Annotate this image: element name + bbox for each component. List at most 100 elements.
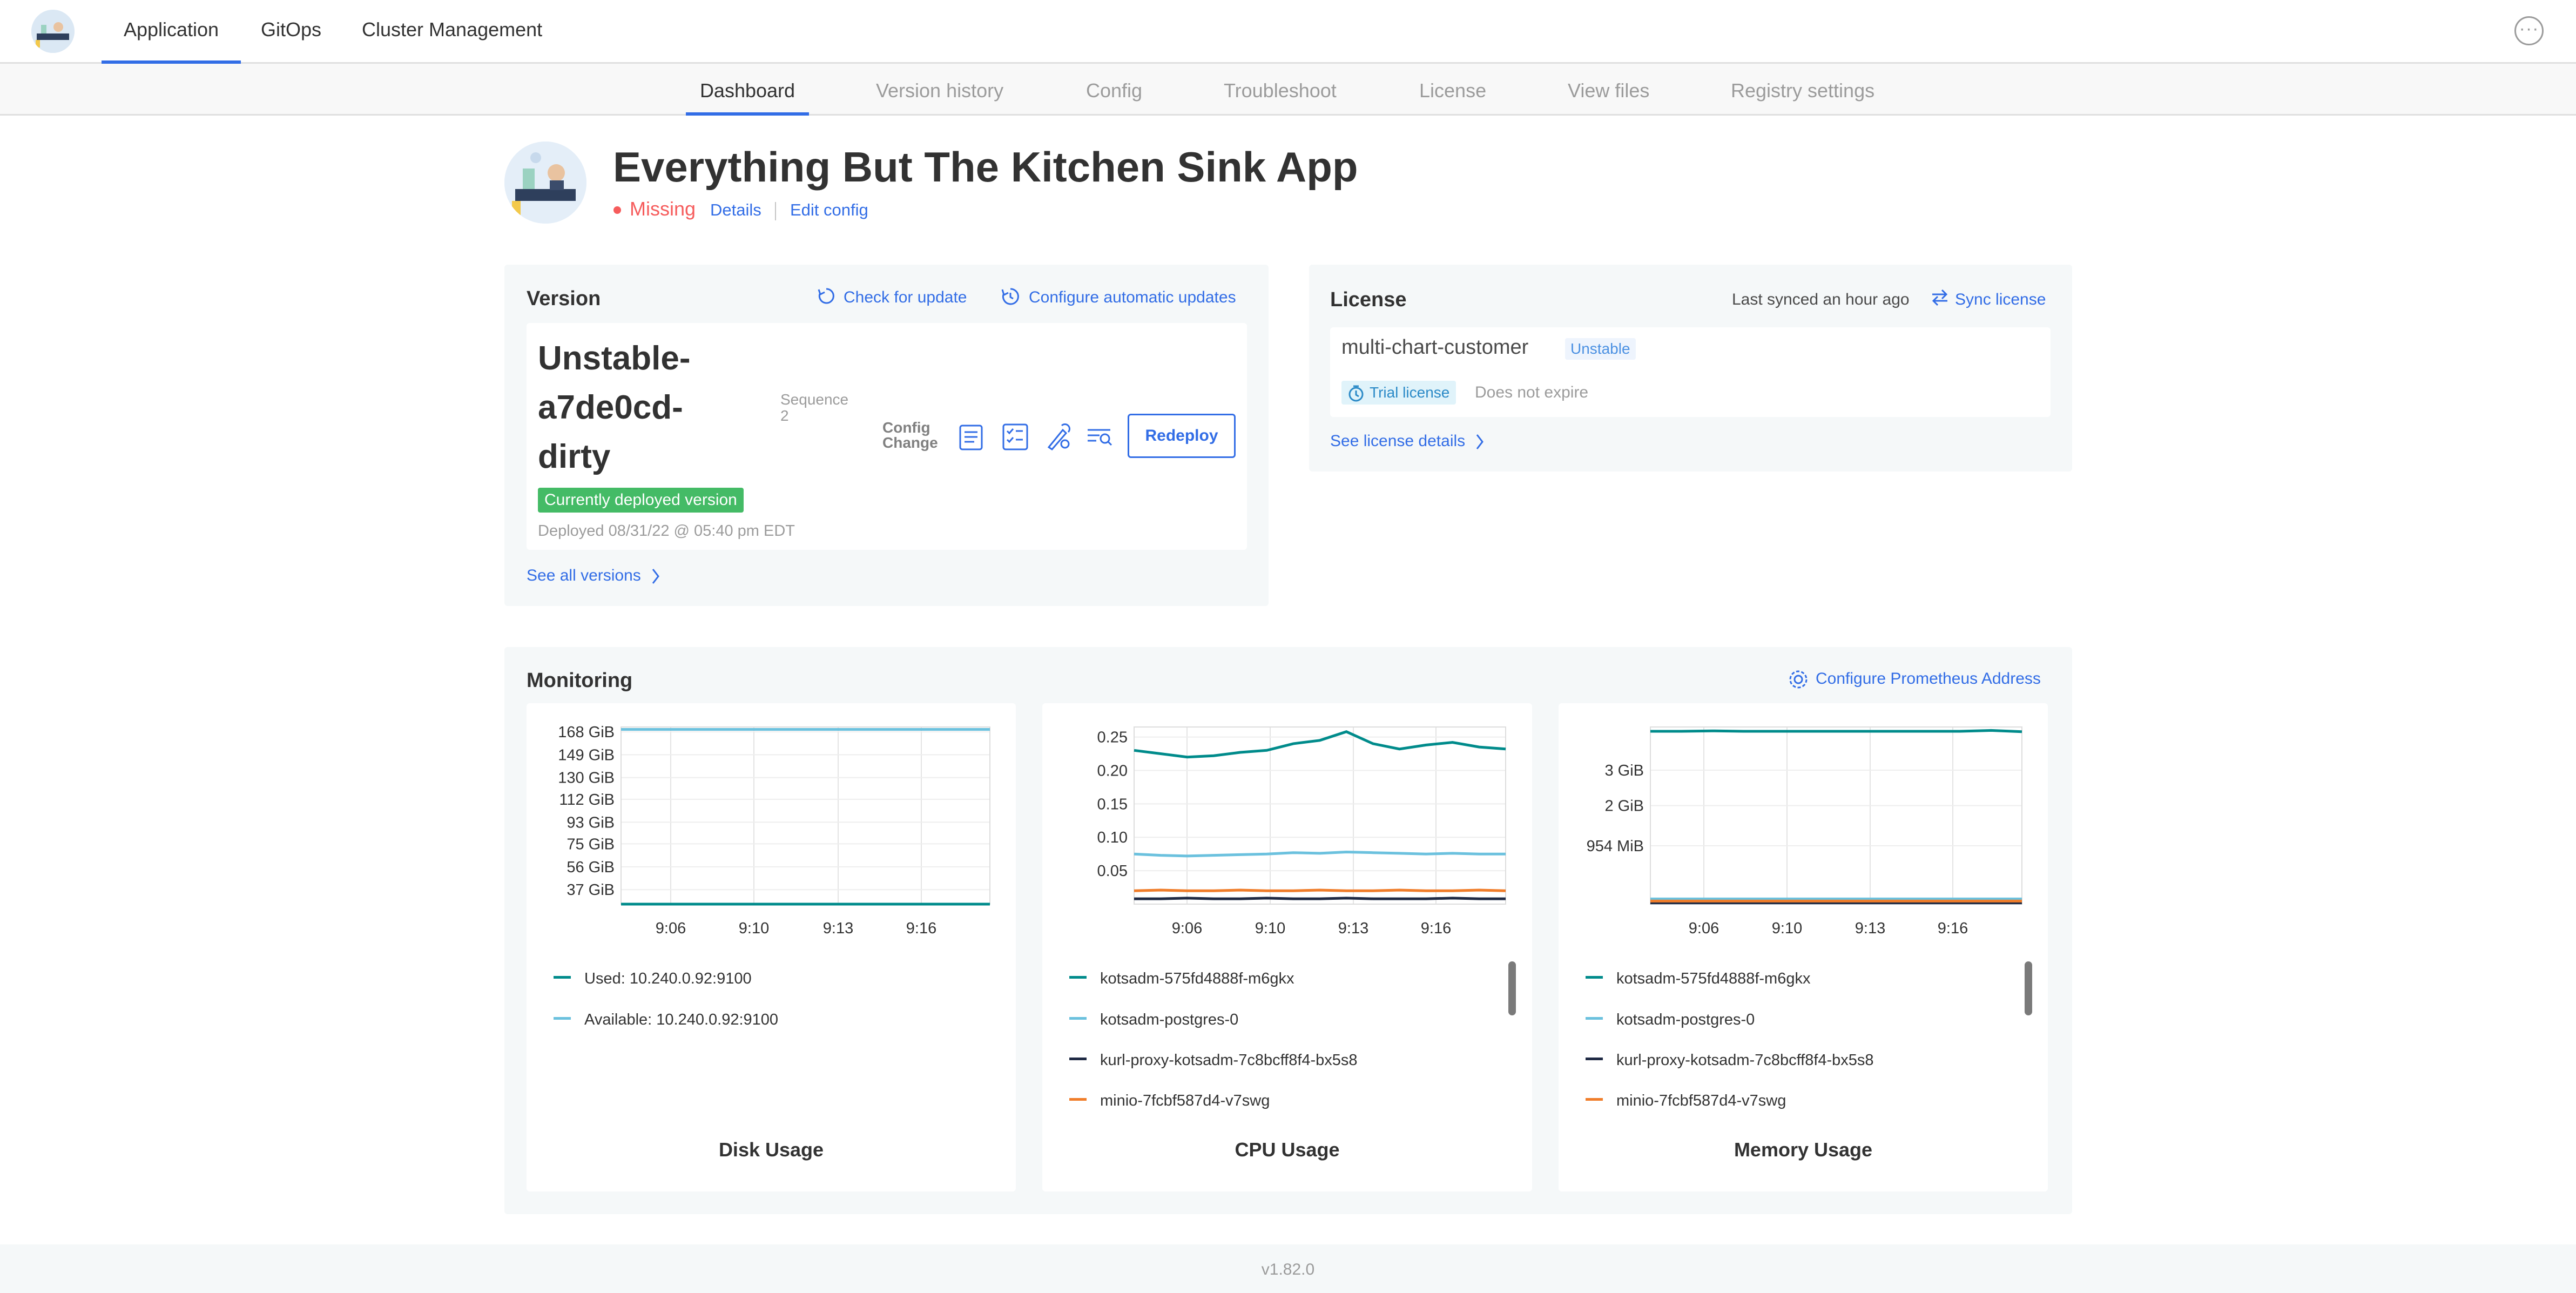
legend-swatch [1586,1017,1603,1020]
legend-item[interactable] [1586,976,1603,979]
x-tick-label: 9:10 [1255,920,1285,937]
chart-grid [1134,726,1506,905]
sync-license-link[interactable]: Sync license [1955,291,2046,309]
disk-usage-chart: 168 GiB 149 GiB 130 GiB 112 GiB 93 GiB 75 GiB… [558,724,990,937]
tab-config[interactable]: Config [1086,64,1142,116]
legend-swatch [554,1017,571,1020]
deployed-timestamp: Deployed 08/31/22 @ 05:40 pm EDT [538,522,795,540]
x-tick-label: 9:16 [906,920,936,937]
chart-grid [621,726,990,905]
series-line [1650,729,2022,733]
x-tick-label: 9:13 [1855,920,1885,937]
edit-config-icon[interactable] [1042,421,1073,452]
legend-swatch [1069,976,1087,979]
view-logs-icon[interactable] [1084,421,1115,452]
legend-label: minio-7fcbf587d4-v7swg [1100,1092,1270,1109]
legend-item[interactable] [554,976,571,979]
legend-swatch [1586,976,1603,979]
nav-application[interactable]: Application [102,0,241,64]
y-tick-label: 0.20 [1097,762,1128,779]
check-for-update-link[interactable]: Check for update [844,288,967,307]
header-divider [775,202,776,220]
configure-prometheus-link[interactable]: Configure Prometheus Address [1816,670,2041,688]
legend-item[interactable] [1586,1017,1603,1020]
x-tick-label: 9:13 [1338,920,1368,937]
x-tick-label: 9:06 [1172,920,1202,937]
legend-swatch [1069,1098,1087,1101]
chart-grid [1650,726,2022,905]
y-tick-label: 2 GiB [1604,798,1644,815]
see-license-details-link[interactable]: See license details [1330,432,1465,450]
sync-icon[interactable] [1930,287,1950,308]
x-tick-label: 9:10 [739,920,769,937]
plot-frame [1650,726,2022,905]
memory-usage-chart: 3 GiB 2 GiB 954 MiB 9:06 9:10 9:13 9:16 [1587,726,2022,937]
auto-update-icon[interactable] [1000,286,1021,307]
legend-item[interactable] [1069,1058,1087,1060]
y-tick-label: 75 GiB [567,836,615,853]
tab-license[interactable]: License [1419,64,1486,116]
refresh-icon[interactable] [817,286,836,306]
gear-icon[interactable] [1788,669,1809,690]
disk-usage-panel: 168 GiB 149 GiB 130 GiB 112 GiB 93 GiB 75 GiB… [527,703,1016,1191]
plot-frame [621,726,990,905]
memory-usage-panel: 3 GiB 2 GiB 954 MiB 9:06 9:10 9:13 9:16 [1559,703,2048,1191]
stopwatch-icon [1347,384,1365,402]
x-tick-label: 9:13 [823,920,853,937]
legend-item[interactable] [554,1017,571,1020]
admin-console-logo[interactable] [31,10,75,53]
nav-cluster-management[interactable]: Cluster Management [362,0,542,64]
y-tick-label: 168 GiB [558,724,615,741]
plot-frame [1134,726,1506,905]
preflight-checks-icon[interactable] [1000,421,1030,452]
edit-config-link[interactable]: Edit config [790,200,868,220]
legend-label: kurl-proxy-kotsadm-7c8bcff8f4-bx5s8 [1100,1052,1358,1069]
redeploy-button[interactable]: Redeploy [1128,414,1236,458]
status-details-link[interactable]: Details [710,200,761,220]
legend-label: minio-7fcbf587d4-v7swg [1616,1092,1786,1109]
series-line [1134,730,1506,759]
y-tick-label: 149 GiB [558,746,615,764]
release-notes-icon[interactable] [957,421,987,452]
app-title: Everything But The Kitchen Sink App [613,143,1358,191]
legend-item[interactable] [1069,1098,1087,1101]
legend-item[interactable] [1586,1098,1603,1101]
tab-dashboard[interactable]: Dashboard [686,64,809,116]
legend-scrollbar[interactable] [1508,961,1516,1015]
chevron-right-icon [650,567,662,586]
y-tick-label: 112 GiB [559,791,615,809]
legend-label: kotsadm-575fd4888f-m6gkx [1616,970,1811,987]
configure-automatic-updates-link[interactable]: Configure automatic updates [1029,288,1236,307]
legend-swatch [1586,1098,1603,1101]
license-channel-badge: Unstable [1565,338,1636,360]
series-line [1134,850,1506,858]
more-options-icon[interactable]: ··· [2514,16,2544,45]
license-expiry: Does not expire [1475,383,1589,401]
legend-item[interactable] [1069,1017,1087,1020]
license-card-title: License [1330,288,1407,311]
y-tick-label: 0.25 [1097,729,1128,746]
see-all-versions-link[interactable]: See all versions [527,567,641,585]
tab-view-files[interactable]: View files [1568,64,1649,116]
currently-deployed-badge: Currently deployed version [538,488,744,513]
x-tick-label: 9:06 [656,920,686,937]
legend-swatch [1586,1058,1603,1060]
legend-label: kotsadm-575fd4888f-m6gkx [1100,970,1294,987]
tab-registry-settings[interactable]: Registry settings [1731,64,1874,116]
y-tick-label: 0.15 [1097,796,1128,813]
y-tick-label: 954 MiB [1587,838,1644,855]
legend-item[interactable] [1069,976,1087,979]
y-tick-label: 56 GiB [567,859,615,876]
legend-item[interactable] [1586,1058,1603,1060]
y-tick-label: 0.10 [1097,829,1128,846]
legend-scrollbar[interactable] [2025,961,2032,1015]
nav-gitops[interactable]: GitOps [261,0,321,64]
disk-usage-title: Disk Usage [718,1139,824,1161]
app-status: Missing [630,198,696,220]
sequence-label: Sequence [780,391,849,408]
last-synced-text: Last synced an hour ago [1732,291,1910,308]
tab-version-history[interactable]: Version history [876,64,1003,116]
x-tick-label: 9:16 [1938,920,1968,937]
x-tick-label: 9:10 [1772,920,1802,937]
tab-troubleshoot[interactable]: Troubleshoot [1224,64,1337,116]
